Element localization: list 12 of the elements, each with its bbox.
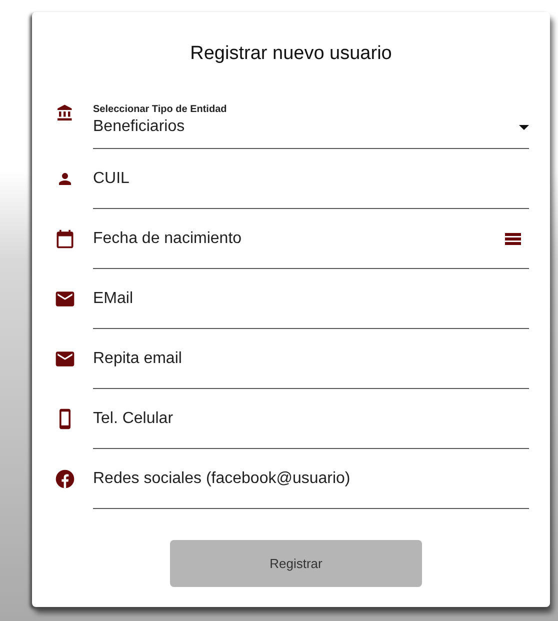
facebook-icon [54, 468, 76, 490]
dropdown-caret-icon [519, 124, 529, 130]
bank-icon [56, 104, 74, 122]
social-field[interactable]: Redes sociales (facebook@usuario) [93, 468, 529, 490]
form-title: Registrar nuevo usuario [189, 42, 393, 66]
cuil-field[interactable]: CUIL [93, 168, 529, 190]
email-field[interactable]: EMail [93, 288, 529, 310]
menu-icon[interactable] [505, 232, 521, 244]
phone-field[interactable]: Tel. Celular [93, 408, 529, 430]
email-field[interactable]: Repita email [93, 348, 529, 370]
date-field[interactable]: Fecha de nacimiento [93, 228, 505, 250]
entity-type-select[interactable]: Seleccionar Tipo de Entidad Beneficiarios [93, 67, 529, 148]
